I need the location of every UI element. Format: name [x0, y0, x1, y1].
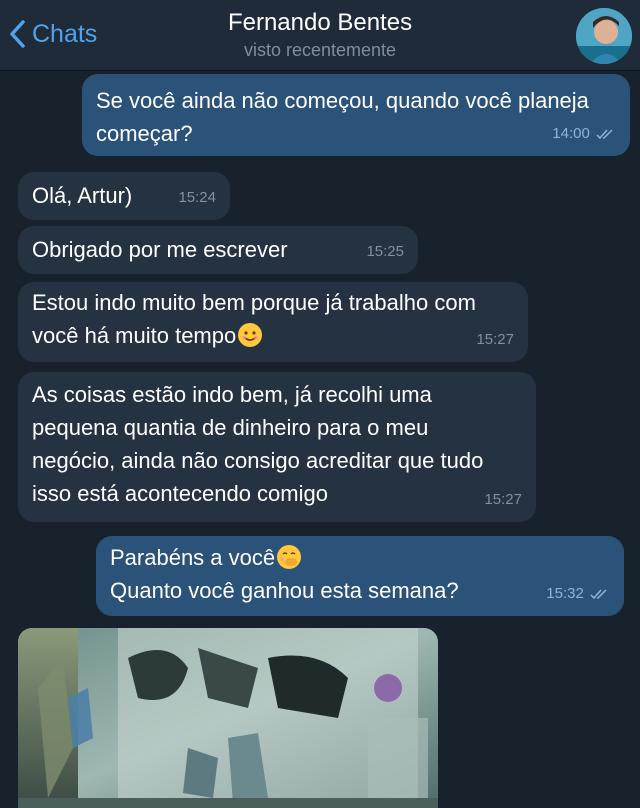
message-time: 15:27 [476, 331, 514, 348]
message-time: 15:27 [484, 491, 522, 508]
back-label: Chats [32, 19, 98, 48]
avatar-photo-icon [576, 8, 632, 64]
message-time: 14:00 [552, 117, 616, 150]
read-ticks-icon [590, 589, 607, 600]
message-text: Obrigado por me escrever [32, 237, 288, 262]
read-ticks-icon [596, 129, 613, 140]
smiling-face-icon [238, 323, 263, 347]
contact-status: visto recentemente [243, 40, 397, 60]
message-text-line2: Quanto você ganhou esta semana? [110, 578, 459, 603]
face-with-hand-over-mouth-icon [277, 545, 302, 569]
message-incoming[interactable]: Olá, Artur) 15:24 [18, 172, 230, 220]
message-text: Se você ainda não começou, quando você p… [96, 88, 589, 146]
back-button[interactable]: Chats [8, 14, 97, 54]
message-text: Estou indo muito bem porque já trabalho … [32, 290, 476, 348]
chat-header: Chats Fernando Bentes visto recentemente [0, 0, 640, 71]
message-time: 15:25 [366, 243, 404, 260]
message-incoming[interactable]: Obrigado por me escrever 15:25 [18, 226, 418, 274]
message-text: Parabéns a você [110, 541, 610, 574]
message-outgoing[interactable]: Se você ainda não começou, quando você p… [82, 74, 630, 156]
message-text: As coisas estão indo bem, já recolhi uma… [32, 382, 484, 506]
message-incoming[interactable]: As coisas estão indo bem, já recolhi uma… [18, 372, 536, 522]
chevron-left-icon [10, 20, 25, 48]
message-incoming[interactable]: Estou indo muito bem porque já trabalho … [18, 282, 528, 362]
photo-message[interactable] [18, 628, 438, 808]
message-list[interactable]: Se você ainda não começou, quando você p… [0, 70, 640, 808]
message-time: 15:24 [178, 189, 216, 206]
message-outgoing[interactable]: Parabéns a você Quanto você ganhou esta … [96, 536, 624, 616]
contact-name: Fernando Bentes [227, 9, 413, 36]
avatar[interactable] [576, 8, 632, 64]
message-time: 15:32 [546, 577, 610, 610]
contact-info[interactable]: Fernando Bentes visto recentemente [160, 8, 480, 62]
banknotes-photo-icon [18, 628, 438, 808]
